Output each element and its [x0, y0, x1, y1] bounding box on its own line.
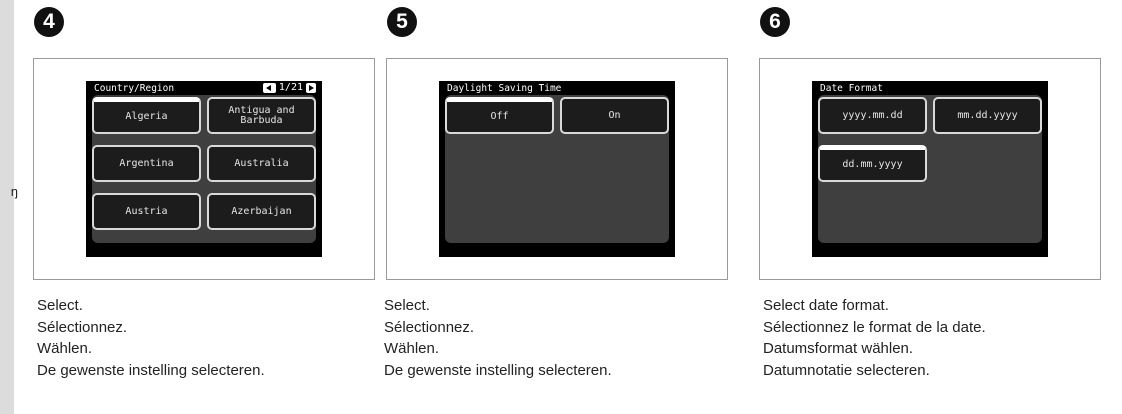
next-page-icon[interactable]	[306, 82, 316, 93]
lcd-screen: Daylight Saving Time Off On	[439, 81, 675, 257]
screen-frame: Daylight Saving Time Off On	[386, 58, 728, 280]
side-tab: ŋ	[0, 0, 18, 414]
caption-line-nl: Datumnotatie selecteren.	[763, 361, 930, 379]
step-number-badge: 6	[760, 7, 790, 37]
side-tab-mark: ŋ	[10, 184, 18, 199]
caption-line-nl: De gewenste instelling selecteren.	[384, 361, 612, 379]
dst-button-on[interactable]: On	[560, 97, 669, 134]
country-button-algeria[interactable]: Algeria	[92, 97, 201, 134]
country-button-azerbaijan[interactable]: Azerbaijan	[207, 193, 316, 230]
date-format-button-mm-dd-yyyy[interactable]: mm.dd.yyyy	[933, 97, 1042, 134]
caption-line-de: Datumsformat wählen.	[763, 340, 914, 357]
step-number-badge: 5	[387, 7, 417, 37]
caption-line-fr: Sélectionnez.	[384, 318, 475, 336]
step-number-badge: 4	[34, 7, 64, 37]
step-caption: Select date format. Sélectionnez le form…	[763, 295, 986, 381]
caption-line-de: Wählen.	[37, 340, 93, 357]
dst-button-off[interactable]: Off	[445, 97, 554, 134]
country-button-antigua-barbuda[interactable]: Antigua and Barbuda	[207, 97, 316, 134]
lcd-screen: Date Format yyyy.mm.dd mm.dd.yyyy dd.mm.…	[812, 81, 1048, 257]
country-button-austria[interactable]: Austria	[92, 193, 201, 230]
date-format-button-dd-mm-yyyy[interactable]: dd.mm.yyyy	[818, 145, 927, 182]
caption-line-de: Wählen.	[384, 340, 440, 357]
screen-title: Date Format	[820, 83, 883, 94]
previous-page-icon[interactable]	[262, 82, 276, 93]
screen-title: Daylight Saving Time	[447, 83, 562, 94]
lcd-screen: Country/Region 1/21 Algeria Antigua and …	[86, 81, 322, 257]
screen-frame: Country/Region 1/21 Algeria Antigua and …	[33, 58, 375, 280]
caption-line-en: Select.	[384, 297, 430, 314]
country-button-argentina[interactable]: Argentina	[92, 145, 201, 182]
caption-line-en: Select.	[37, 297, 83, 314]
page-indicator: 1/21	[262, 82, 316, 93]
page-indicator-text: 1/21	[278, 82, 303, 93]
caption-line-fr: Sélectionnez.	[37, 318, 128, 336]
screen-title: Country/Region	[94, 83, 175, 94]
date-format-button-yyyy-mm-dd[interactable]: yyyy.mm.dd	[818, 97, 927, 134]
step-caption: Select. Sélectionnez. Wählen. De gewenst…	[384, 295, 612, 381]
step-caption: Select. Sélectionnez. Wählen. De gewenst…	[37, 295, 265, 381]
caption-line-nl: De gewenste instelling selecteren.	[37, 361, 265, 379]
screen-frame: Date Format yyyy.mm.dd mm.dd.yyyy dd.mm.…	[759, 58, 1101, 280]
country-button-australia[interactable]: Australia	[207, 145, 316, 182]
caption-line-fr: Sélectionnez le format de la date.	[763, 318, 986, 336]
caption-line-en: Select date format.	[763, 297, 889, 314]
